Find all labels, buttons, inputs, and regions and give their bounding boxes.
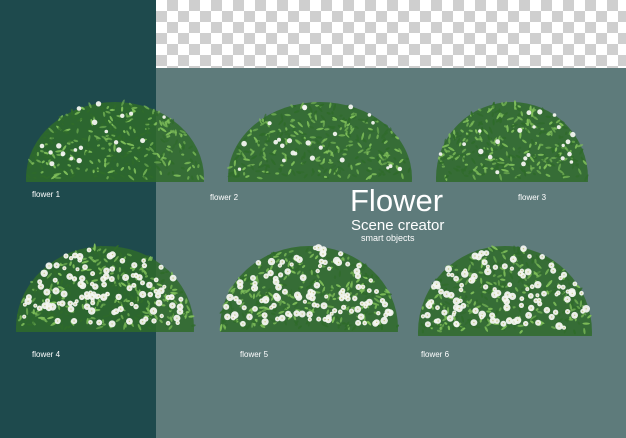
flower-1-image — [22, 92, 208, 182]
flower-1-label: flower 1 — [32, 190, 61, 199]
title: Flower — [350, 183, 444, 218]
flower-4-label: flower 4 — [32, 350, 61, 359]
flower-3-image — [432, 92, 592, 182]
left-panel — [0, 0, 156, 438]
flower-2-label: flower 2 — [210, 193, 239, 202]
subtitle: Scene creator — [351, 217, 445, 234]
flower-3-label: flower 3 — [518, 193, 547, 202]
tagline: smart objects — [361, 233, 415, 243]
flower-6-label: flower 6 — [421, 350, 450, 359]
flower-5-image — [216, 236, 402, 332]
flower-4-image — [12, 236, 198, 332]
flower-5-label: flower 5 — [240, 350, 269, 359]
flower-6-image — [414, 236, 596, 336]
transparency-checkerboard — [156, 0, 626, 68]
flower-2-image — [224, 92, 416, 182]
